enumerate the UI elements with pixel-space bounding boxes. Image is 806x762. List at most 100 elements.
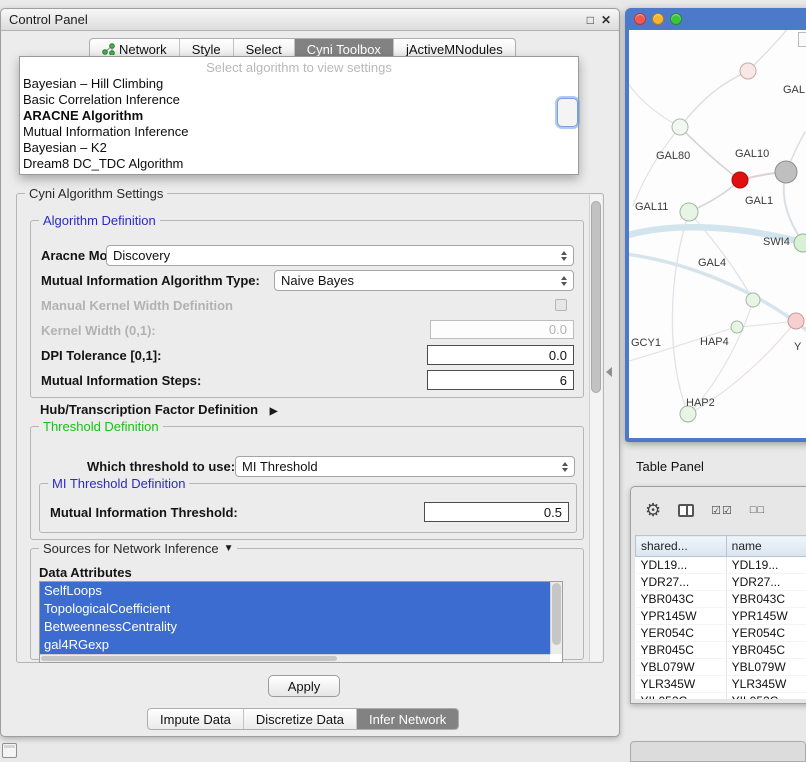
table-header-row[interactable]: shared... name [636,536,806,557]
table-row[interactable]: YLR345WYLR345W9. [636,676,806,693]
network-edge [633,127,680,206]
collapsed-panel-icon[interactable] [2,743,17,758]
tab-label: Network [119,42,167,57]
combobox-arrows-icon [556,462,568,472]
attribute-list-item[interactable]: TopologicalCoefficient [40,600,550,618]
column-header-name[interactable]: name [726,536,806,557]
algorithm-option[interactable]: ARACNE Algorithm [20,108,578,124]
algorithm-option[interactable]: Basic Correlation Inference [20,92,578,108]
close-icon[interactable]: ✕ [601,14,611,26]
table-panel-window: ⚙ ☑☑ □□ shared... name YDL19...YDL19...1… [630,486,806,704]
tab-label: Discretize Data [256,712,344,727]
tab-impute-data[interactable]: Impute Data [148,709,244,729]
list-horizontal-scrollbar[interactable] [40,654,550,662]
sources-title: Sources for Network Inference [43,541,219,556]
combobox-value: Naive Bayes [281,273,354,288]
hub-definition-expander[interactable]: Hub/Transcription Factor Definition ▶ [40,402,277,417]
table-body: YDL19...YDL19...13YDR27...YDR27...12YBR0… [636,557,806,700]
field-value: 0.0 [549,322,567,337]
table-row[interactable]: YPR145WYPR145W9. [636,608,806,625]
algorithm-definition-group: Algorithm Definition Aracne Mode: Discov… [30,220,584,398]
table-row[interactable]: YDR27...YDR27...12 [636,574,806,591]
network-node[interactable] [788,313,804,329]
which-threshold-combobox[interactable]: MI Threshold [235,456,575,477]
dpi-tolerance-label: DPI Tolerance [0,1]: [41,348,161,363]
sources-group: Sources for Network Inference ▼ Data Att… [30,548,584,660]
mi-steps-label: Mutual Information Steps: [41,373,201,388]
select-all-checkboxes-icon[interactable]: ☑☑ [711,504,733,517]
deselect-all-checkboxes-icon[interactable]: □□ [750,504,765,516]
collapse-triangle-icon[interactable]: ▼ [224,543,234,554]
minimize-traffic-light-icon[interactable] [652,13,664,25]
network-node[interactable] [775,161,797,183]
table-row[interactable]: YBL079WYBL079W [636,659,806,676]
attribute-list-item[interactable]: SelfLoops [40,582,550,600]
combobox-arrows-icon [555,276,567,286]
network-node[interactable] [731,321,743,333]
mi-algorithm-type-label: Mutual Information Algorithm Type: [41,273,260,288]
kernel-width-field: 0.0 [430,320,574,339]
node-table: shared... name YDL19...YDL19...13YDR27..… [635,535,806,699]
gear-icon[interactable]: ⚙ [645,501,661,519]
attribute-list-item[interactable]: BetweennessCentrality [40,618,550,636]
mi-threshold-label: Mutual Information Threshold: [50,505,238,520]
table-row[interactable]: YBR045CYBR045C9. [636,642,806,659]
network-node-label: GCY1 [631,337,661,349]
tab-discretize-data[interactable]: Discretize Data [244,709,357,729]
manual-kernel-width-checkbox [555,299,567,311]
algorithm-option[interactable]: Bayesian – Hill Climbing [20,76,578,92]
network-node[interactable] [680,203,698,221]
dropdown-placeholder: Select algorithm to view settings [20,59,578,76]
network-node-label: GAL10 [735,148,769,160]
table-row[interactable]: YIL052CYIL052C [636,693,806,700]
field-value: 0.0 [549,348,567,363]
scrollbar-thumb[interactable] [552,583,561,645]
mi-steps-field[interactable]: 6 [427,370,574,390]
focused-combobox-fragment[interactable] [557,98,578,127]
scrollbar-thumb[interactable] [591,201,601,393]
network-node[interactable] [732,172,748,188]
network-node[interactable] [794,234,806,252]
field-value: 6 [560,373,567,388]
which-threshold-label: Which threshold to use: [87,459,235,474]
apply-button[interactable]: Apply [268,675,340,697]
group-title: Cyni Algorithm Settings [25,186,167,201]
network-canvas[interactable]: GALGAL80GAL10GAL11GAL1SWI4GAL4GCY1HAP4HA… [629,30,806,438]
tab-label: Select [246,42,282,57]
algorithm-option[interactable]: Dream8 DC_TDC Algorithm [20,156,578,172]
settings-vertical-scrollbar[interactable] [589,195,602,661]
network-node-label: SWI4 [763,236,790,248]
combobox-value: MI Threshold [242,459,318,474]
network-node-label: HAP4 [700,336,729,348]
algorithm-option[interactable]: Bayesian – K2 [20,140,578,156]
tab-label: Style [192,42,221,57]
scrollbar-thumb[interactable] [41,656,337,661]
network-canvas-area[interactable]: GALGAL80GAL10GAL11GAL1SWI4GAL4GCY1HAP4HA… [629,30,806,438]
control-panel-window: Control Panel □ ✕ Network Style Select C… [0,8,620,737]
splitter-collapse-arrow[interactable] [606,367,612,377]
zoom-traffic-light-icon[interactable] [670,13,682,25]
mi-threshold-field[interactable]: 0.5 [424,502,569,522]
sources-collapse-header[interactable]: Sources for Network Inference ▼ [39,541,237,556]
float-window-icon[interactable]: □ [587,14,594,26]
dpi-tolerance-field[interactable]: 0.0 [427,345,574,365]
aracne-mode-combobox[interactable]: Discovery [106,245,574,266]
expand-triangle-icon[interactable]: ▶ [270,406,278,417]
list-vertical-scrollbar[interactable] [550,582,562,654]
table-row[interactable]: YER054CYER054C8. [636,625,806,642]
algorithm-option[interactable]: Mutual Information Inference [20,124,578,140]
manual-kernel-width-label: Manual Kernel Width Definition [41,298,233,313]
table-row[interactable]: YBR043CYBR043C [636,591,806,608]
columns-icon[interactable] [678,504,694,517]
network-view-window: GALGAL80GAL10GAL11GAL1SWI4GAL4GCY1HAP4HA… [625,8,806,442]
mi-algorithm-type-combobox[interactable]: Naive Bayes [274,270,574,291]
network-node[interactable] [740,63,756,79]
attribute-list-item[interactable]: gal4RGexp [40,636,550,654]
close-traffic-light-icon[interactable] [634,13,646,25]
column-header-shared-name[interactable]: shared... [636,536,727,557]
tab-infer-network[interactable]: Infer Network [357,709,458,729]
network-node[interactable] [746,293,760,307]
network-scrollbar-corner[interactable] [798,32,806,47]
table-row[interactable]: YDL19...YDL19...13 [636,557,806,574]
network-node[interactable] [672,119,688,135]
